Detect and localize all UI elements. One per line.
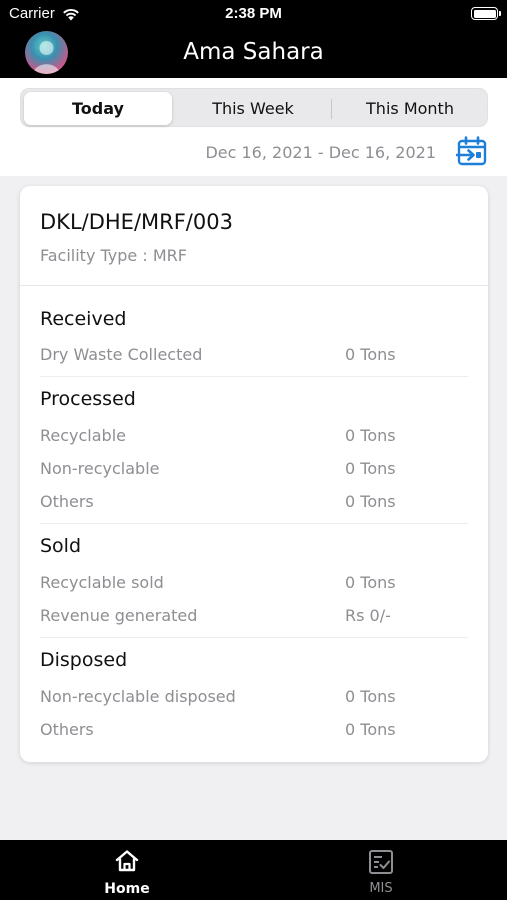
section-divider — [40, 637, 468, 638]
bottom-tab-bar: Home MIS — [0, 840, 507, 900]
row-value: 0 Tons — [345, 426, 396, 445]
home-icon — [114, 849, 140, 877]
filter-panel: Today This Week This Month Dec 16, 2021 … — [0, 78, 507, 176]
row-label: Recyclable — [40, 426, 126, 445]
row-value: 0 Tons — [345, 492, 396, 511]
battery-icon — [471, 7, 501, 20]
tab-today[interactable]: Today — [24, 92, 172, 125]
row-value: 0 Tons — [345, 459, 396, 478]
section-title-disposed: Disposed — [40, 649, 128, 671]
period-segmented-control: Today This Week This Month — [20, 88, 488, 127]
page-title: Ama Sahara — [183, 39, 324, 65]
row-label: Dry Waste Collected — [40, 345, 203, 364]
tab-mis[interactable]: MIS — [254, 840, 507, 900]
row-value: Rs 0/- — [345, 606, 391, 625]
tab-mis-label: MIS — [369, 881, 393, 896]
tab-home-label: Home — [104, 881, 150, 897]
clock: 2:38 PM — [225, 5, 282, 22]
card-divider — [20, 285, 488, 286]
facility-card: DKL/DHE/MRF/003 Facility Type : MRF Rece… — [20, 186, 488, 762]
tab-this-week[interactable]: This Week — [177, 92, 329, 125]
row-label: Others — [40, 720, 94, 739]
status-bar: Carrier 2:38 PM — [0, 0, 507, 28]
date-range: Dec 16, 2021 - Dec 16, 2021 — [205, 143, 436, 162]
row-label: Revenue generated — [40, 606, 198, 625]
app-header: Ama Sahara — [0, 28, 507, 78]
row-label: Recyclable sold — [40, 573, 164, 592]
facility-type: Facility Type : MRF — [40, 246, 187, 265]
section-title-received: Received — [40, 308, 127, 330]
row-value: 0 Tons — [345, 720, 396, 739]
calendar-icon[interactable] — [455, 135, 488, 167]
row-value: 0 Tons — [345, 345, 396, 364]
row-label: Non-recyclable disposed — [40, 687, 236, 706]
report-checklist-icon — [368, 849, 394, 879]
tab-this-month[interactable]: This Month — [334, 92, 486, 125]
tab-home[interactable]: Home — [0, 840, 254, 900]
segment-divider — [331, 99, 332, 119]
facility-id: DKL/DHE/MRF/003 — [40, 210, 233, 234]
row-value: 0 Tons — [345, 573, 396, 592]
section-title-sold: Sold — [40, 535, 82, 557]
section-divider — [40, 523, 468, 524]
section-title-processed: Processed — [40, 388, 136, 410]
row-label: Non-recyclable — [40, 459, 160, 478]
row-label: Others — [40, 492, 94, 511]
section-divider — [40, 376, 468, 377]
row-value: 0 Tons — [345, 687, 396, 706]
